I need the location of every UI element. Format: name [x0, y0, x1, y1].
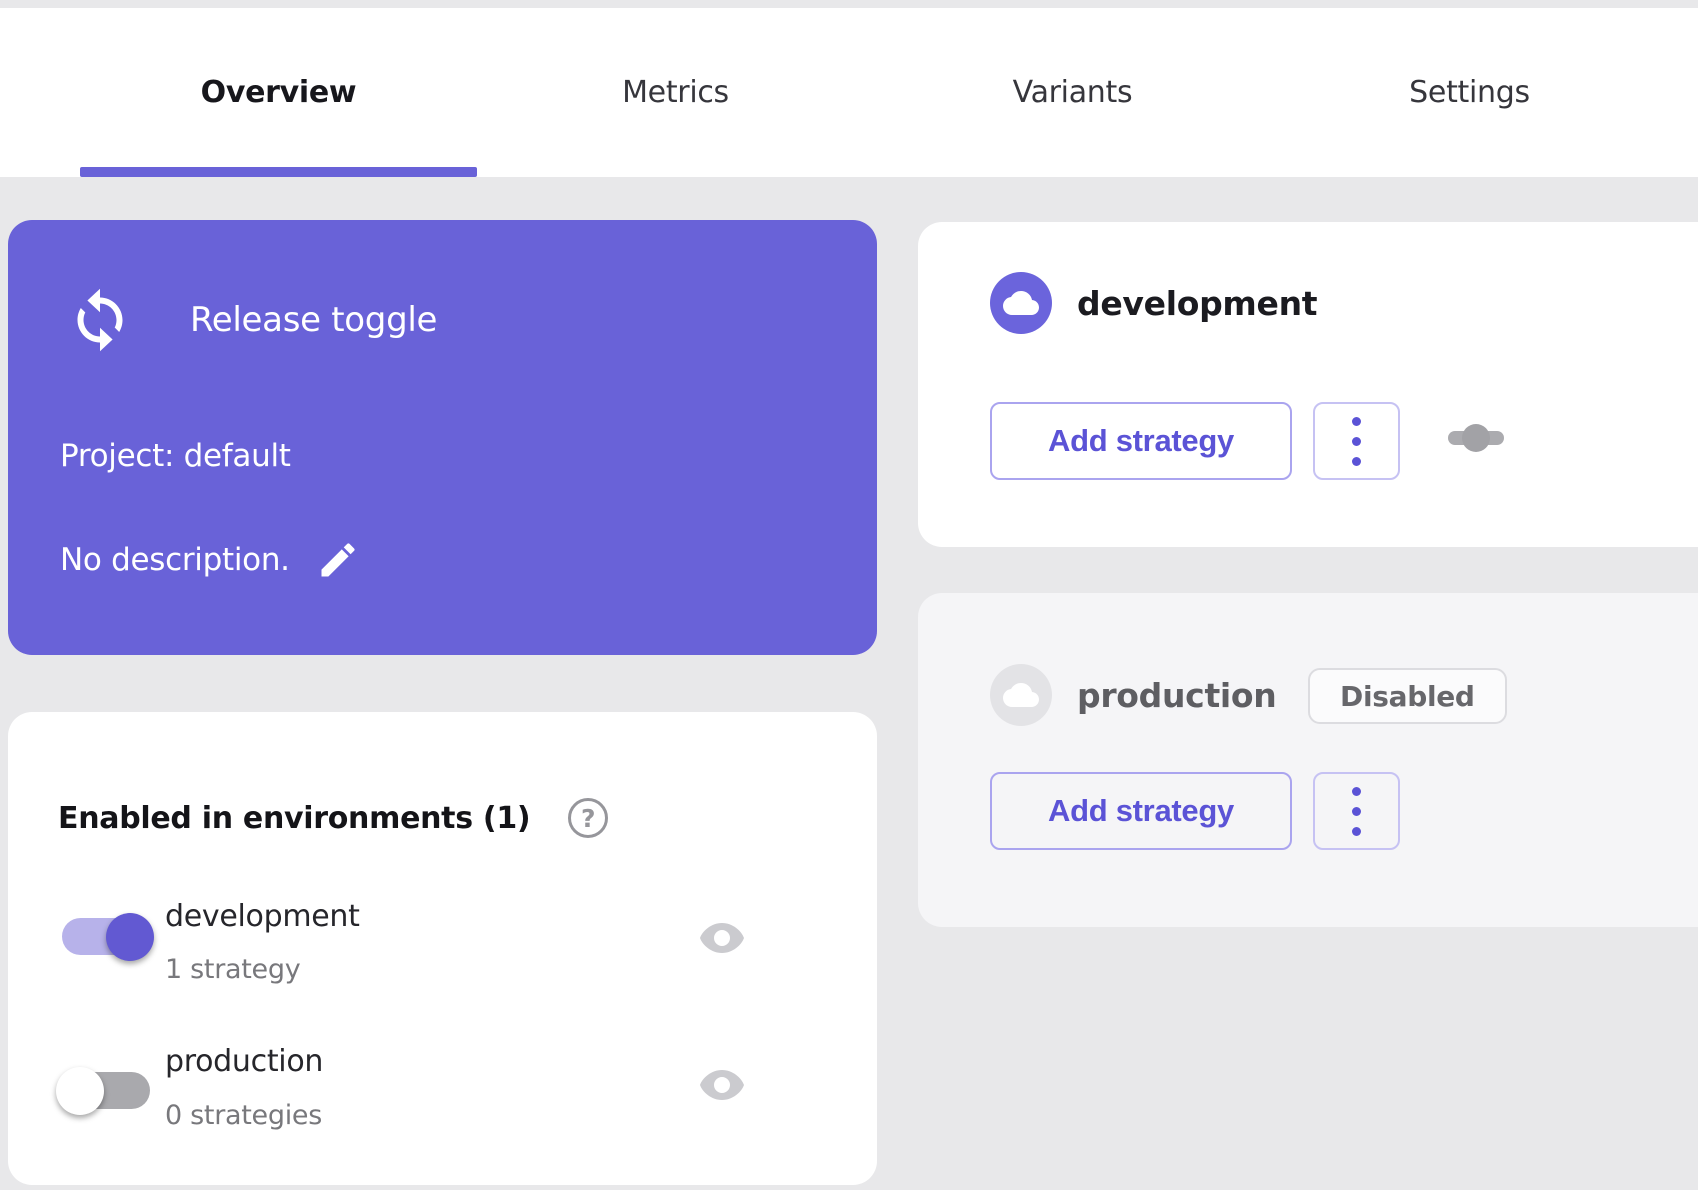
tab-label: Overview	[201, 75, 357, 110]
environment-row-strategy-count: 1 strategy	[165, 954, 300, 985]
tab-label: Settings	[1409, 75, 1530, 110]
add-strategy-button[interactable]: Add strategy	[990, 772, 1292, 850]
environment-row-strategy-count: 0 strategies	[165, 1100, 322, 1131]
tab-label: Metrics	[622, 75, 729, 110]
development-toggle[interactable]	[62, 918, 150, 955]
project-label: Project: default	[60, 438, 291, 474]
production-environment-card: production Disabled Add strategy	[918, 593, 1698, 927]
cloud-icon	[990, 664, 1052, 726]
disabled-status-badge: Disabled	[1308, 668, 1507, 724]
feature-overview-card: Release toggle Project: default No descr…	[8, 220, 877, 655]
edit-description-pencil-icon[interactable]	[316, 538, 360, 582]
feature-type-label: Release toggle	[190, 300, 437, 340]
production-toggle[interactable]	[62, 1072, 150, 1109]
help-icon[interactable]: ?	[568, 798, 608, 838]
tab-overview[interactable]: Overview	[80, 8, 477, 177]
cloud-icon	[990, 272, 1052, 334]
tab-metrics[interactable]: Metrics	[477, 8, 874, 177]
tab-bar: Overview Metrics Variants Settings	[0, 8, 1698, 177]
toggle-thumb	[56, 1067, 104, 1115]
tab-variants[interactable]: Variants	[874, 8, 1271, 177]
environment-card-name: development	[1077, 284, 1317, 323]
visibility-eye-icon[interactable]	[698, 1061, 746, 1109]
release-toggle-type-icon	[64, 284, 136, 356]
environment-enable-mini-toggle[interactable]	[1448, 431, 1504, 445]
environment-row-name: production	[165, 1044, 323, 1079]
environment-row-name: development	[165, 899, 360, 934]
more-options-kebab-button[interactable]	[1313, 772, 1400, 850]
development-environment-card: development Add strategy	[918, 222, 1698, 547]
environment-card-name: production	[1077, 676, 1277, 715]
visibility-eye-icon[interactable]	[698, 914, 746, 962]
more-options-kebab-button[interactable]	[1313, 402, 1400, 480]
description-text: No description.	[60, 542, 290, 578]
enabled-environments-heading: Enabled in environments (1)	[58, 801, 530, 836]
toggle-thumb	[106, 913, 154, 961]
add-strategy-button[interactable]: Add strategy	[990, 402, 1292, 480]
tab-settings[interactable]: Settings	[1271, 8, 1668, 177]
tab-label: Variants	[1013, 75, 1133, 110]
enabled-environments-panel: Enabled in environments (1) ? developmen…	[8, 712, 877, 1185]
